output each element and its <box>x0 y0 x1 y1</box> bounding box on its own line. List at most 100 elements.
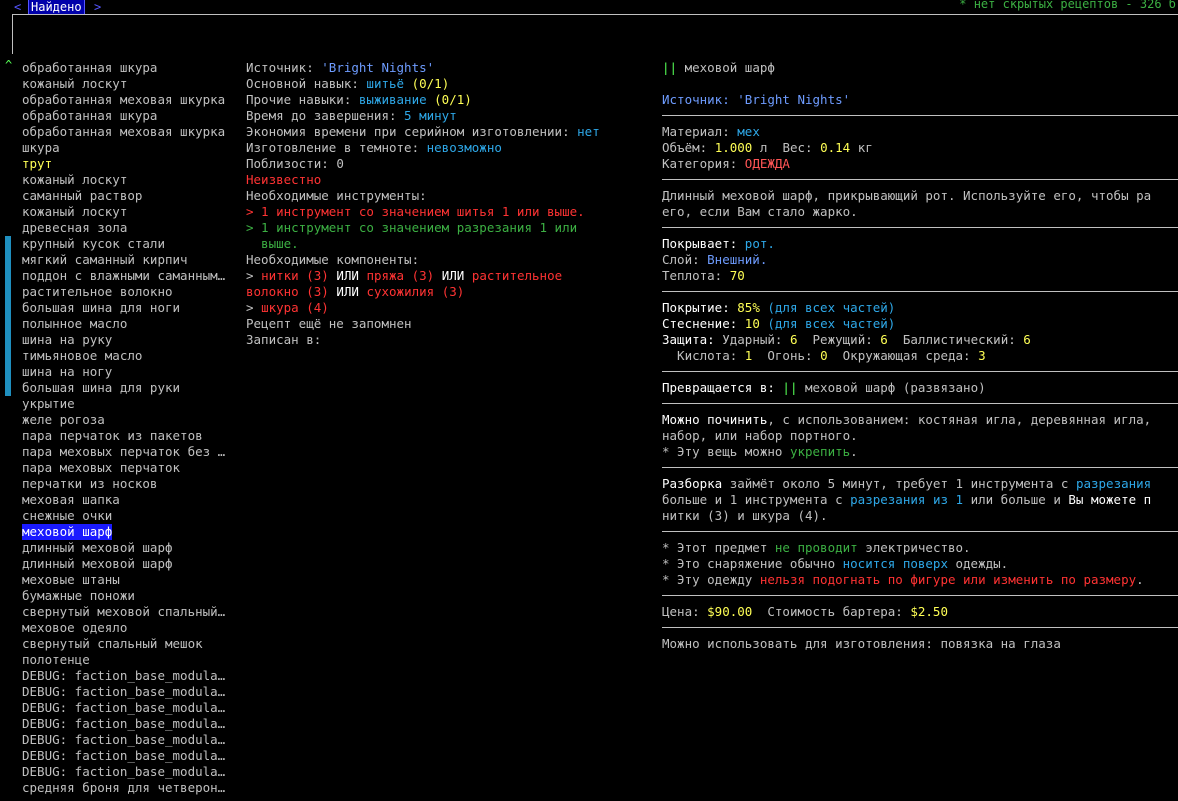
recipe-list-item[interactable]: пара меховых перчаток без … <box>22 444 242 460</box>
recipe-list-item-label: полотенце <box>22 652 90 667</box>
recipe-list-item[interactable]: трут <box>22 156 242 172</box>
item-description-cont: его, если Вам стало жарко. <box>662 204 858 219</box>
recipe-list-item-label: пара перчаток из пакетов <box>22 428 203 443</box>
recipe-list-item[interactable]: обработанная меховая шкурка <box>22 124 242 140</box>
recipe-list-item[interactable]: полынное масло <box>22 316 242 332</box>
item-protection-cont: Кислота: 1 Огонь: 0 Окружающая среда: 3 <box>662 348 986 363</box>
recipe-list-item[interactable]: DEBUG: faction_base_modula… <box>22 732 242 748</box>
recipe-list-item[interactable]: перчатки из носков <box>22 476 242 492</box>
recipe-list-item[interactable]: шкура <box>22 140 242 156</box>
components-heading: Необходимые компоненты: <box>246 252 420 267</box>
next-tab-arrow[interactable]: > <box>94 0 101 14</box>
recipe-list-item[interactable]: меховая шапка <box>22 492 242 508</box>
recipe-list-item[interactable]: DEBUG: faction_base_modula… <box>22 700 242 716</box>
item-repair-cont: набор, или набор портного. <box>662 428 858 443</box>
tool-requirement-cutting-cont: выше. <box>246 236 299 251</box>
recipe-source: Источник: 'Bright Nights' <box>246 60 435 75</box>
other-skills: Прочие навыки: выживание (0/1) <box>246 92 472 107</box>
recipe-list-item[interactable]: свернутый спальный мешок <box>22 636 242 652</box>
recipe-list-item[interactable]: растительное волокно <box>22 284 242 300</box>
recipe-list-item-label: свернутый меховой спальный… <box>22 604 226 619</box>
recipe-list-item-label: пара меховых перчаток <box>22 460 181 475</box>
recipe-list-item-label: меховые штаны <box>22 572 120 587</box>
recipe-list-item-label: длинный меховой шарф <box>22 556 173 571</box>
item-info-panel: || меховой шарф Источник: 'Bright Nights… <box>662 60 1178 652</box>
separator <box>662 467 1178 468</box>
item-disassembly-yield: нитки (3) и шкура (4). <box>662 508 828 523</box>
separator <box>662 403 1178 404</box>
separator <box>662 227 1178 228</box>
recipe-list-item-label: кожаный лоскут <box>22 76 128 91</box>
recipe-list-item-label: средняя броня для четверон… <box>22 780 226 795</box>
recipe-list-item-label: обработанная шкура <box>22 108 158 123</box>
recipe-list-item-label: саманный раствор <box>22 188 143 203</box>
recipe-list-item-label: тимьяновое масло <box>22 348 143 363</box>
recipe-list-item-label: шкура <box>22 140 60 155</box>
recipe-list-item[interactable]: меховой шарф <box>22 524 242 540</box>
item-craft-uses: Можно использовать для изготовления: пов… <box>662 636 1061 651</box>
recipe-list-item[interactable]: укрытие <box>22 396 242 412</box>
recipe-list-item-label: древесная зола <box>22 220 128 235</box>
recipe-list-item[interactable]: мягкий саманный кирпич <box>22 252 242 268</box>
recipe-list-item[interactable]: большая шина для ноги <box>22 300 242 316</box>
recipe-list-item-label: мягкий саманный кирпич <box>22 252 188 267</box>
recipe-list-item[interactable]: DEBUG: faction_base_modula… <box>22 668 242 684</box>
recipe-list-scrollbar[interactable] <box>5 236 11 396</box>
recipe-list-item[interactable]: кожаный лоскут <box>22 172 242 188</box>
recipe-list-item[interactable]: поддон с влажными саманным… <box>22 268 242 284</box>
recipe-list-item[interactable]: обработанная шкура <box>22 60 242 76</box>
recipe-details: Источник: 'Bright Nights' Основной навык… <box>246 60 646 348</box>
recipe-list-item[interactable]: кожаный лоскут <box>22 76 242 92</box>
recipe-list-item[interactable]: средняя броня для четверон… <box>22 780 242 796</box>
recipe-list-item[interactable]: DEBUG: faction_base_modula… <box>22 684 242 700</box>
item-disassembly: Разборка займёт около 5 минут, требует 1… <box>662 476 1152 491</box>
recipe-list-item-label: DEBUG: faction_base_modula… <box>22 700 226 715</box>
item-protection: Защита: Ударный: 6 Режущий: 6 Баллистиче… <box>662 332 1031 347</box>
recipe-list-item-label: желе рогоза <box>22 412 105 427</box>
recipe-list-item[interactable]: DEBUG: faction_base_modula… <box>22 764 242 780</box>
recipe-list-item[interactable]: древесная зола <box>22 220 242 236</box>
nearby-count: Поблизости: 0 <box>246 156 344 171</box>
tool-requirement-sewing: > 1 инструмент со значением шитья 1 или … <box>246 204 585 219</box>
recipe-list-item[interactable]: тимьяновое масло <box>22 348 242 364</box>
recipe-list-item[interactable]: саманный раствор <box>22 188 242 204</box>
craft-time: Время до завершения: 5 минут <box>246 108 457 123</box>
tab-found[interactable]: Найдено <box>28 0 85 15</box>
craft-in-dark: Изготовление в темноте: невозможно <box>246 140 502 155</box>
recipe-list-item[interactable]: большая шина для руки <box>22 380 242 396</box>
recipe-list-item-label: шина на руку <box>22 332 113 347</box>
recipe-list-item-label: кожаный лоскут <box>22 172 128 187</box>
recipe-list-item[interactable]: полотенце <box>22 652 242 668</box>
scroll-up-icon[interactable]: ^ <box>5 58 12 72</box>
recipe-list-item-label: DEBUG: faction_base_modula… <box>22 764 226 779</box>
recipe-list-item[interactable]: пара меховых перчаток <box>22 460 242 476</box>
separator <box>662 531 1178 532</box>
recipe-list-item[interactable]: обработанная шкура <box>22 108 242 124</box>
recipe-list-item[interactable]: желе рогоза <box>22 412 242 428</box>
recipe-list-item[interactable]: шина на ногу <box>22 364 242 380</box>
recipe-list-item[interactable]: снежные очки <box>22 508 242 524</box>
item-encumbrance: Стеснение: 10 (для всех частей) <box>662 316 896 331</box>
recipe-list-item[interactable]: меховое одеяло <box>22 620 242 636</box>
recipe-list-item[interactable]: крупный кусок стали <box>22 236 242 252</box>
prev-tab-arrow[interactable]: < <box>14 0 21 14</box>
recipe-list-item[interactable]: DEBUG: faction_base_modula… <box>22 716 242 732</box>
recipe-list-item[interactable]: свернутый меховой спальный… <box>22 604 242 620</box>
recipe-list-item[interactable]: меховые штаны <box>22 572 242 588</box>
recipe-list-item[interactable]: длинный меховой шарф <box>22 556 242 572</box>
top-bar: < Найдено > * нет скрытых рецептов - 326… <box>0 0 1178 15</box>
component-thread-options-cont: волокно (3) ИЛИ сухожилия (3) <box>246 284 465 299</box>
recipe-list-item[interactable]: DEBUG: faction_base_modula… <box>22 748 242 764</box>
item-note-fitting: * Эту одежду нельзя подогнать по фигуре … <box>662 572 1144 587</box>
recipe-list-item[interactable]: шина на руку <box>22 332 242 348</box>
recipe-list-item[interactable]: пара перчаток из пакетов <box>22 428 242 444</box>
recipe-list-item[interactable]: кожаный лоскут <box>22 204 242 220</box>
recipe-list-item[interactable]: длинный меховой шарф <box>22 540 242 556</box>
item-layer: Слой: Внешний. <box>662 252 768 267</box>
recipe-list-item[interactable]: бумажные поножи <box>22 588 242 604</box>
recipe-list-item-label: обработанная меховая шкурка <box>22 92 226 107</box>
recipe-list-item[interactable]: обработанная меховая шкурка <box>22 92 242 108</box>
recipe-list-item-label: большая шина для ноги <box>22 300 181 315</box>
tool-requirement-cutting: > 1 инструмент со значением разрезания 1… <box>246 220 578 235</box>
recipe-not-memorized: Рецепт ещё не запомнен <box>246 316 412 331</box>
